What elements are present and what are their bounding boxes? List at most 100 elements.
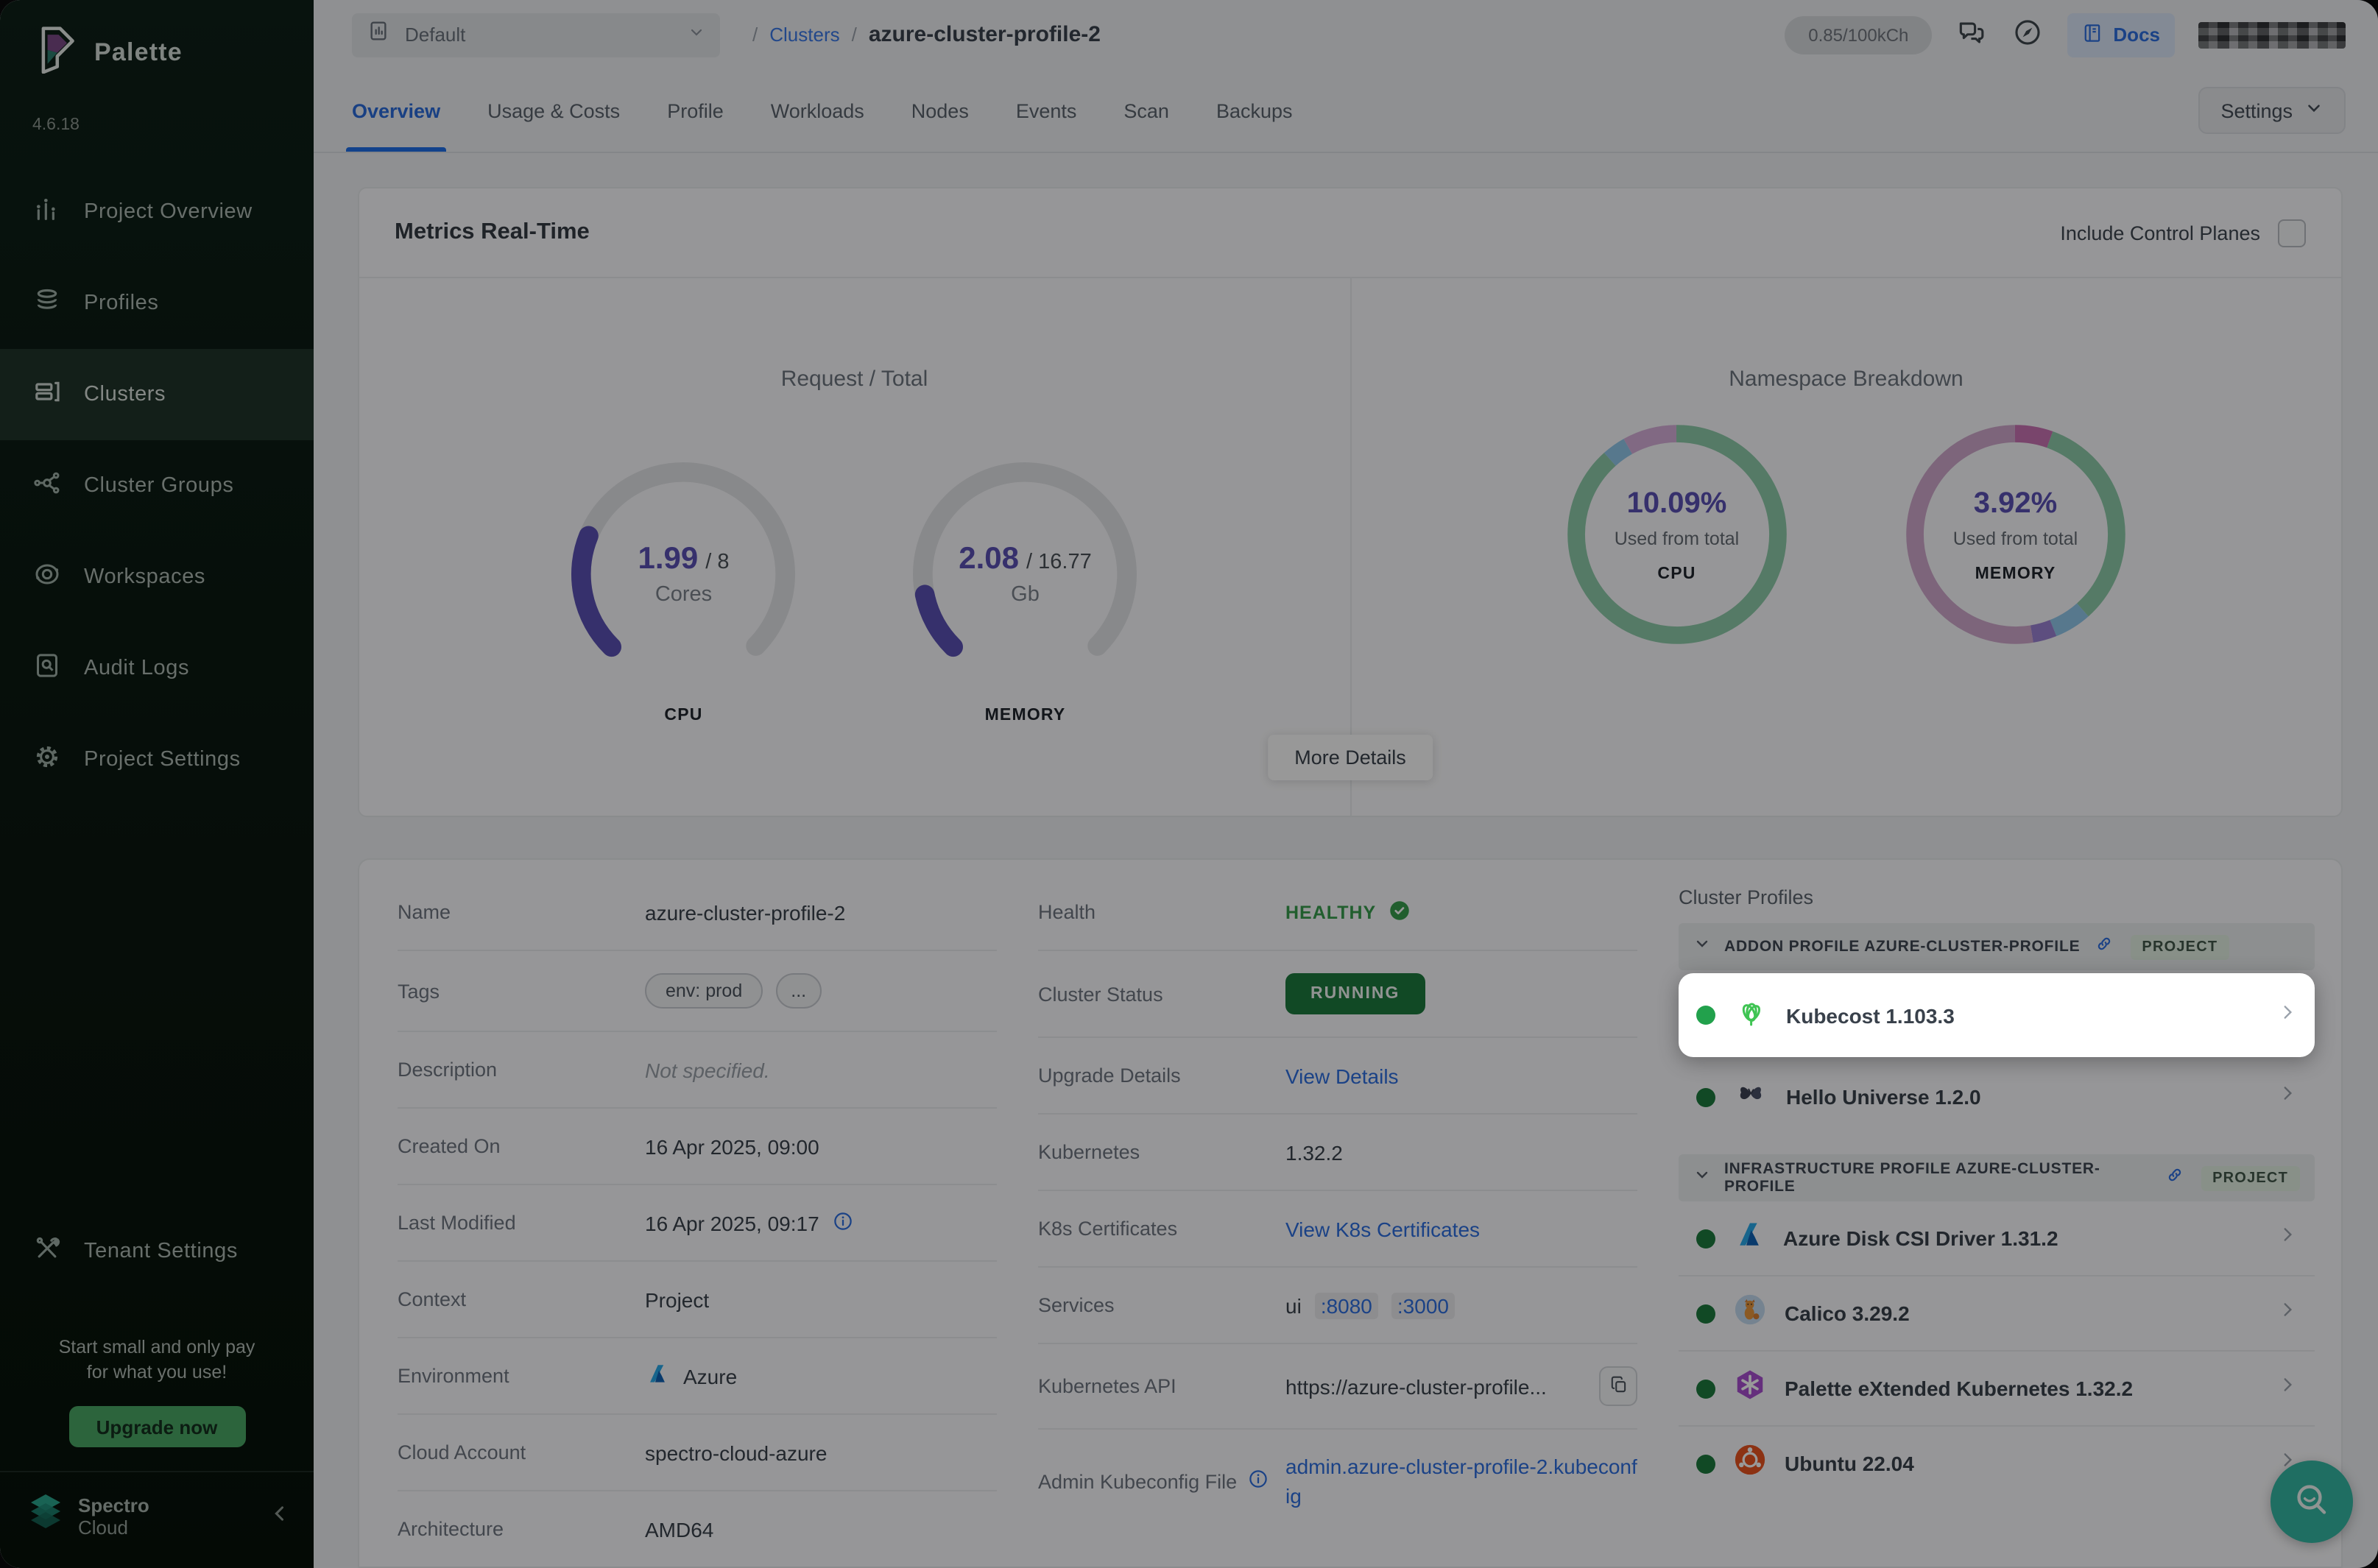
copy-button[interactable] [1599, 1366, 1637, 1406]
sidebar-collapse-button[interactable] [269, 1502, 290, 1529]
profile-item-azure-disk-csi[interactable]: Azure Disk CSI Driver 1.31.2 [1679, 1201, 2315, 1276]
explore-compass-button[interactable] [2011, 16, 2044, 53]
cpu-total-value: / 8 [705, 551, 729, 574]
bar-chart-icon [367, 19, 390, 50]
sidebar-item-project-overview[interactable]: Project Overview [0, 166, 314, 258]
include-control-planes-label: Include Control Planes [2060, 222, 2260, 244]
profile-item-kubecost[interactable]: Kubecost 1.103.3 [1679, 973, 2315, 1057]
info-icon[interactable] [833, 1209, 855, 1236]
brand-name-line2: Cloud [78, 1516, 256, 1538]
cluster-tabs: Overview Usage & Costs Profile Workloads… [352, 69, 1293, 152]
link-icon[interactable] [2093, 933, 2114, 961]
tag-env-prod[interactable]: env: prod [645, 973, 763, 1009]
profile-item-calico[interactable]: Calico 3.29.2 [1679, 1276, 2315, 1352]
field-row-k8s-certificates: K8s Certificates View K8s Certificates [1038, 1191, 1637, 1268]
docs-label: Docs [2113, 24, 2160, 46]
network-icon [32, 468, 62, 504]
spectro-cloud-logo-icon [27, 1493, 65, 1539]
field-value: Project [645, 1288, 997, 1311]
profile-item-name: Azure Disk CSI Driver 1.31.2 [1783, 1226, 2260, 1250]
field-label: Name [398, 901, 645, 923]
view-k8s-certificates-link[interactable]: View K8s Certificates [1285, 1217, 1480, 1240]
memory-request-value: 2.08 [959, 542, 1019, 577]
sidebar-item-workspaces[interactable]: Workspaces [0, 532, 314, 623]
sidebar-item-label: Profiles [84, 292, 159, 315]
tab-usage-costs[interactable]: Usage & Costs [487, 69, 620, 152]
field-value: Azure [683, 1364, 737, 1388]
namespace-memory-label: MEMORY [1975, 565, 2056, 582]
service-name: ui [1285, 1293, 1302, 1317]
doc-search-icon [32, 651, 62, 686]
namespace-breakdown-title: Namespace Breakdown [1729, 367, 1964, 392]
chevron-right-icon [2278, 1002, 2297, 1028]
cpu-gauge-label: CPU [664, 707, 702, 724]
field-value: spectro-cloud-azure [645, 1441, 997, 1464]
chevron-right-icon [2278, 1375, 2297, 1402]
infrastructure-profile-group-name: INFRASTRUCTURE PROFILE AZURE-CLUSTER-PRO… [1724, 1160, 2151, 1196]
breadcrumb-separator: / [852, 24, 857, 46]
metrics-title: Metrics Real-Time [395, 219, 590, 246]
field-value: 16 Apr 2025, 09:17 [645, 1211, 819, 1235]
cluster-details-panel: Name azure-cluster-profile-2 Tags env: p… [358, 858, 2343, 1568]
status-dot [1696, 1087, 1715, 1106]
sidebar-item-profiles[interactable]: Profiles [0, 258, 314, 349]
app-name: Palette [94, 38, 183, 67]
field-row-name: Name azure-cluster-profile-2 [398, 875, 997, 951]
tab-profile[interactable]: Profile [667, 69, 724, 152]
service-port-3000-link[interactable]: :3000 [1391, 1292, 1455, 1318]
cluster-profiles-section: Cluster Profiles ADDON PROFILE AZURE-CLU… [1679, 875, 2315, 1567]
tab-overview[interactable]: Overview [352, 69, 440, 152]
tab-workloads[interactable]: Workloads [771, 69, 864, 152]
search-fab-button[interactable] [2271, 1461, 2353, 1543]
include-control-planes: Include Control Planes [2060, 219, 2306, 247]
brand-name-line1: Spectro [78, 1494, 256, 1516]
sidebar-item-tenant-settings[interactable]: Tenant Settings [0, 1206, 314, 1297]
chevron-right-icon [2278, 1084, 2297, 1110]
more-details-button[interactable]: More Details [1268, 735, 1433, 780]
field-value: Not specified. [645, 1058, 997, 1081]
sidebar-item-label: Clusters [84, 383, 166, 406]
tags-more-button[interactable]: ... [776, 973, 821, 1009]
tab-nodes[interactable]: Nodes [911, 69, 969, 152]
settings-dropdown-button[interactable]: Settings [2198, 87, 2346, 134]
azure-icon [645, 1361, 670, 1391]
tab-events[interactable]: Events [1016, 69, 1077, 152]
brand-footer: Spectro Cloud [0, 1471, 314, 1568]
infrastructure-profile-group-header[interactable]: INFRASTRUCTURE PROFILE AZURE-CLUSTER-PRO… [1679, 1154, 2315, 1201]
field-label: Kubernetes API [1038, 1375, 1285, 1397]
field-value: 1.32.2 [1285, 1140, 1637, 1164]
request-total-title: Request / Total [781, 367, 928, 392]
admin-kubeconfig-link[interactable]: admin.azure-cluster-profile-2.kubeconfig [1285, 1452, 1637, 1511]
check-circle-icon [1386, 897, 1411, 927]
server-list-icon [32, 377, 62, 412]
field-row-admin-kubeconfig: Admin Kubeconfig File admin.azure-cluste… [1038, 1430, 1637, 1533]
top-bar: Default / Clusters / azure-cluster-profi… [314, 0, 2378, 69]
feedback-chat-button[interactable] [1955, 16, 1988, 53]
sidebar-item-clusters[interactable]: Clusters [0, 349, 314, 440]
profile-item-hello-universe[interactable]: Hello Universe 1.2.0 [1679, 1060, 2315, 1134]
cluster-status-badge[interactable]: RUNNING [1285, 973, 1425, 1014]
breadcrumb-clusters-link[interactable]: Clusters [769, 24, 839, 46]
docs-button[interactable]: Docs [2067, 13, 2175, 57]
cpu-unit: Cores [655, 583, 712, 607]
project-selector[interactable]: Default [352, 13, 720, 57]
include-control-planes-checkbox[interactable] [2278, 219, 2306, 247]
addon-profile-group-header[interactable]: ADDON PROFILE AZURE-CLUSTER-PROFILE PROJ… [1679, 923, 2315, 970]
link-icon[interactable] [2164, 1164, 2184, 1192]
memory-unit: Gb [1011, 583, 1040, 607]
service-port-8080-link[interactable]: :8080 [1315, 1292, 1378, 1318]
info-icon[interactable] [1247, 1468, 1269, 1494]
profile-item-palette-extended-kubernetes[interactable]: Palette eXtended Kubernetes 1.32.2 [1679, 1352, 2315, 1427]
sidebar-item-audit-logs[interactable]: Audit Logs [0, 623, 314, 714]
user-account-redacted[interactable] [2198, 21, 2346, 48]
upgrade-now-button[interactable]: Upgrade now [68, 1406, 245, 1447]
tab-scan[interactable]: Scan [1123, 69, 1169, 152]
sidebar-item-project-settings[interactable]: Project Settings [0, 714, 314, 805]
view-details-link[interactable]: View Details [1285, 1064, 1399, 1087]
profile-item-name: Calico 3.29.2 [1785, 1302, 2260, 1325]
sidebar-spacer [0, 805, 314, 1206]
tab-backups[interactable]: Backups [1216, 69, 1293, 152]
field-label: Upgrade Details [1038, 1064, 1285, 1087]
profile-item-ubuntu[interactable]: Ubuntu 22.04 [1679, 1427, 2315, 1500]
sidebar-item-cluster-groups[interactable]: Cluster Groups [0, 440, 314, 532]
